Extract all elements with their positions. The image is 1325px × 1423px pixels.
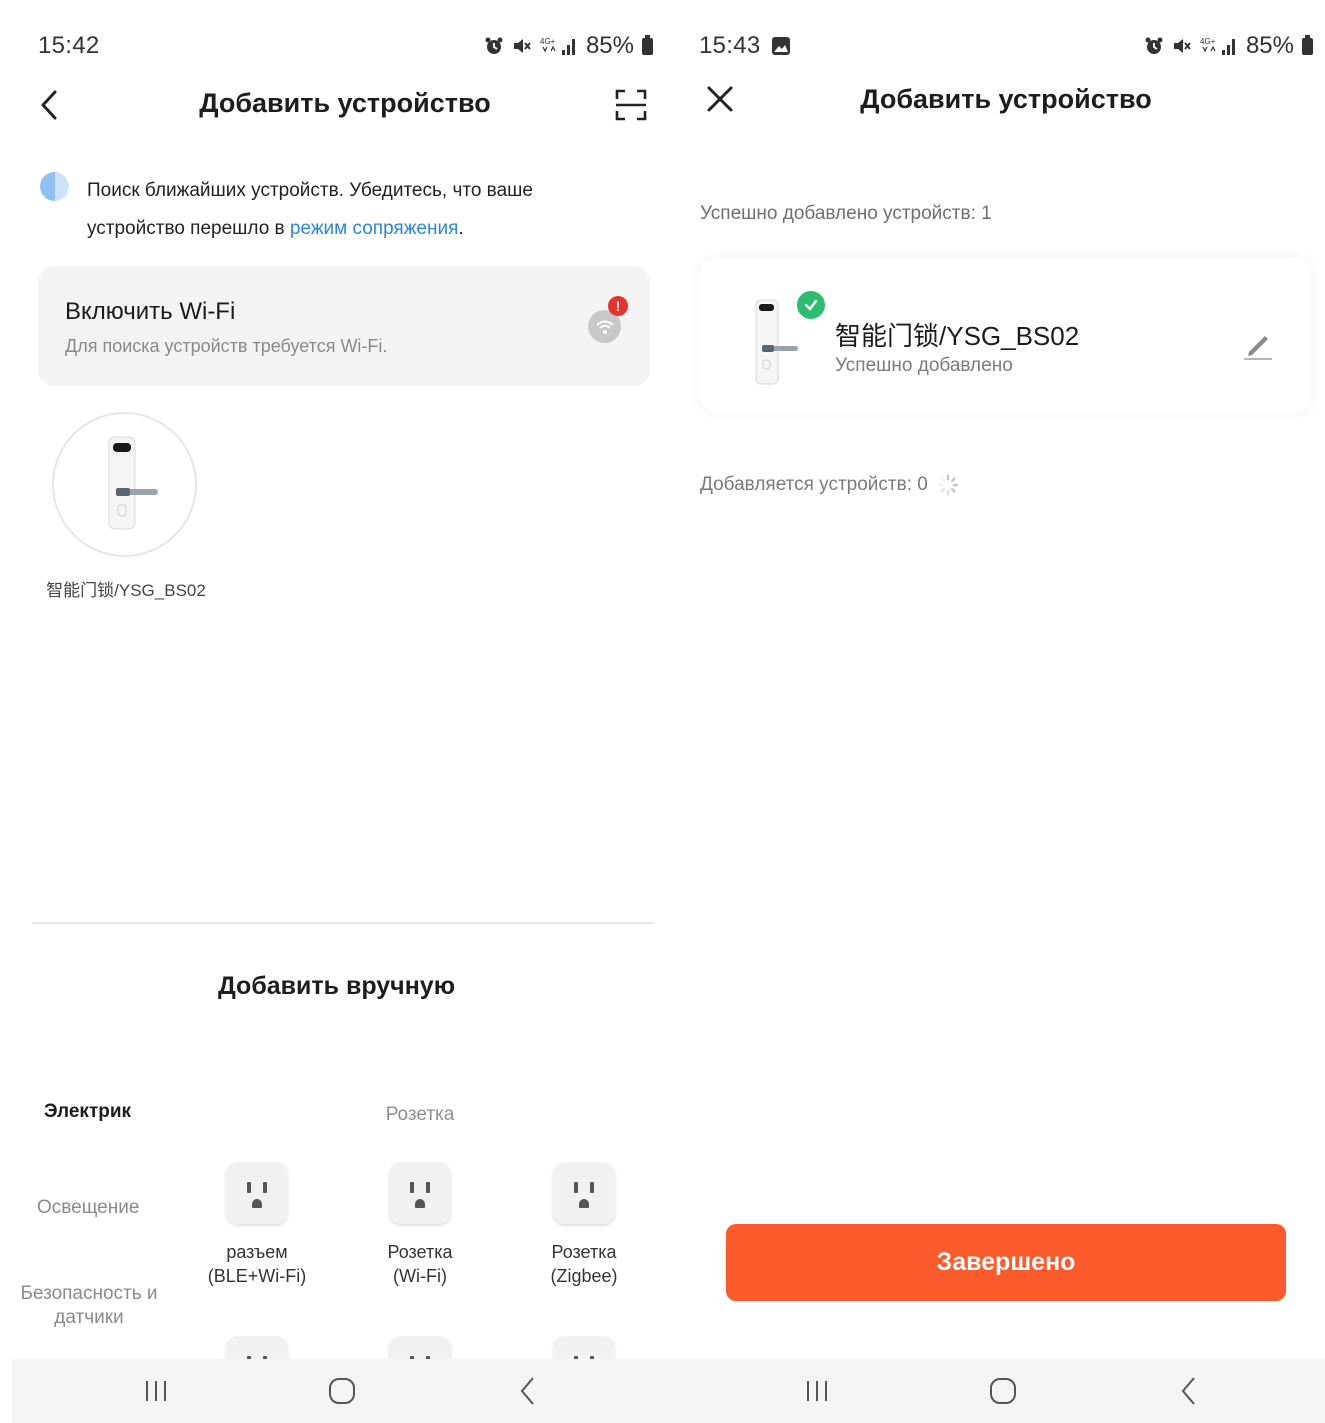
success-count-text: Успешно добавлено устройств: 1 — [700, 203, 992, 224]
device-tile-socket-zigbee[interactable]: Розетка (Zigbee) — [519, 1162, 649, 1288]
status-icons: 4G+ 85% — [484, 32, 653, 60]
screen-device-added: 15:43 4G+ 85% Добавить устройство Успешн… — [673, 0, 1325, 1423]
gallery-icon — [771, 37, 790, 55]
check-icon — [795, 289, 827, 321]
added-device-card: 智能门锁/YSG_BS02 Успешно добавлено — [699, 258, 1311, 413]
socket-icon — [553, 1162, 615, 1224]
tile-label: разъем (BLE+Wi-Fi) — [207, 1242, 307, 1286]
search-text: Поиск ближайших устройств. Убедитесь, чт… — [87, 180, 533, 239]
status-bar: 15:42 4G+ 85% — [0, 30, 673, 64]
nav-back-button[interactable] — [508, 1373, 548, 1409]
recent-apps-button[interactable] — [797, 1373, 837, 1409]
battery-percent: 85% — [1245, 32, 1294, 59]
recent-apps-button[interactable] — [136, 1373, 176, 1409]
edit-icon — [1244, 336, 1272, 360]
section-title: Розетка — [385, 1104, 455, 1125]
status-icons: 4G+ 85% — [1144, 32, 1313, 60]
socket-icon — [389, 1162, 451, 1224]
scan-button[interactable] — [614, 88, 648, 122]
found-device-label: 智能门锁/YSG_BS02 — [46, 581, 206, 600]
loading-spinner-icon — [937, 474, 959, 496]
status-time-wrap: 15:43 — [699, 32, 791, 60]
nav-back-icon — [520, 1377, 534, 1405]
wifi-card-subtitle: Для поиска устройств требуется Wi-Fi. — [65, 336, 388, 356]
device-name: 智能门锁/YSG_BS02 — [835, 321, 1080, 351]
wifi-card-title: Включить Wi-Fi — [65, 298, 236, 325]
pairing-mode-link[interactable]: режим сопряжения — [290, 218, 458, 239]
done-button[interactable]: Завершено — [726, 1224, 1286, 1301]
nav-back-button[interactable] — [1169, 1373, 1209, 1409]
category-security-sensors[interactable]: Безопасность и датчики — [20, 1282, 158, 1330]
device-tile-socket-ble-wifi[interactable]: разъем (BLE+Wi-Fi) — [192, 1162, 322, 1288]
close-icon — [707, 86, 733, 112]
back-button[interactable] — [36, 88, 64, 122]
edit-device-button[interactable] — [1241, 328, 1275, 362]
recent-apps-icon — [146, 1381, 166, 1401]
system-nav-bar — [12, 1359, 673, 1423]
home-button[interactable] — [322, 1373, 362, 1409]
category-lighting[interactable]: Освещение — [37, 1196, 139, 1220]
status-time: 15:42 — [38, 32, 100, 59]
svg-text:4G+: 4G+ — [1200, 37, 1216, 46]
signal-icon: 4G+ — [1200, 37, 1235, 55]
alarm-icon — [485, 37, 503, 54]
manual-add-title: Добавить вручную — [217, 972, 456, 1000]
battery-icon — [1302, 34, 1313, 55]
alarm-icon — [1145, 37, 1163, 54]
home-icon — [990, 1378, 1016, 1404]
searching-spinner-icon — [40, 172, 69, 201]
system-nav-bar — [673, 1359, 1325, 1423]
nav-back-icon — [1181, 1377, 1195, 1405]
signal-icon: 4G+ — [540, 37, 575, 55]
home-button[interactable] — [983, 1373, 1023, 1409]
page-title: Добавить устройство — [199, 88, 491, 118]
adding-count-text: Добавляется устройств: 0 — [700, 474, 928, 495]
home-icon — [329, 1378, 355, 1404]
enable-wifi-card[interactable]: Включить Wi-Fi Для поиска устройств треб… — [38, 266, 650, 386]
status-time: 15:43 — [699, 32, 761, 59]
mute-icon — [1173, 39, 1191, 53]
page-title: Добавить устройство — [860, 84, 1152, 114]
back-icon — [41, 90, 57, 120]
device-tile-socket-wifi[interactable]: Розетка (Wi-Fi) — [355, 1162, 485, 1288]
scan-icon — [615, 89, 647, 121]
battery-percent: 85% — [585, 32, 634, 59]
tile-label: Розетка (Wi-Fi) — [387, 1242, 453, 1286]
alert-badge: ! — [608, 296, 628, 316]
svg-text:4G+: 4G+ — [540, 37, 556, 46]
mute-icon — [513, 39, 531, 53]
divider — [32, 922, 654, 924]
screen-search-devices: 15:42 4G+ 85% Добавить устройство Поиск … — [0, 0, 673, 1423]
adding-count: Добавляется устройств: 0 — [700, 473, 960, 497]
battery-icon — [642, 34, 653, 55]
tile-label: Розетка (Zigbee) — [550, 1242, 618, 1286]
recent-apps-icon — [807, 1381, 827, 1401]
found-device-button[interactable] — [52, 412, 197, 557]
category-electric[interactable]: Электрик — [44, 1100, 131, 1124]
smart-lock-image — [108, 436, 158, 530]
socket-icon — [226, 1162, 288, 1224]
device-status: Успешно добавлено — [835, 355, 1013, 376]
close-button[interactable] — [705, 84, 735, 114]
status-bar: 15:43 4G+ 85% — [673, 30, 1325, 64]
